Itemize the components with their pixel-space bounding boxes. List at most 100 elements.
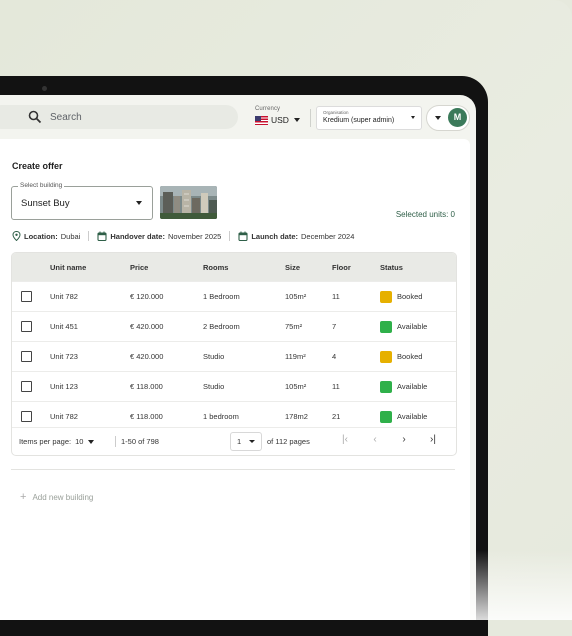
unit-size: 119m² [285, 352, 306, 361]
unit-size: 105m² [285, 292, 307, 301]
table-pagination: Items per page: 10 1-50 of 798 1 of 112 … [12, 427, 456, 455]
units-table: Unit name Price Rooms Size Floor Status … [11, 252, 457, 456]
add-new-building-button[interactable]: + Add new building [20, 491, 93, 503]
column-header-price[interactable]: Price [130, 253, 148, 281]
items-per-page-selector[interactable]: Items per page: 10 [19, 437, 95, 446]
status-text: Available [397, 322, 428, 331]
row-checkbox[interactable] [21, 381, 32, 392]
unit-name: Unit 123 [50, 382, 78, 391]
status-available-indicator [380, 380, 392, 393]
organisation-value: Kredium (super admin) [323, 117, 395, 124]
calendar-icon [97, 231, 107, 241]
unit-floor: 4 [332, 352, 337, 361]
search-input[interactable]: Search [50, 112, 82, 123]
app-screen: Search Currency USD Organisation Kredium… [0, 95, 476, 620]
status-badge: Booked [380, 282, 422, 311]
unit-price: € 120.000 [130, 292, 164, 301]
status-booked-indicator [380, 350, 392, 363]
unit-floor: 7 [332, 322, 337, 331]
add-new-building-label: Add new building [32, 492, 94, 502]
column-header-rooms[interactable]: Rooms [203, 253, 228, 281]
previous-page-icon[interactable]: ‹ [368, 434, 382, 445]
unit-price: € 118.000 [130, 382, 163, 391]
page-count: of 112 pages [267, 437, 310, 446]
unit-rooms: Studio [203, 382, 225, 391]
currency-label: Currency [255, 106, 281, 112]
avatar[interactable]: M [448, 108, 467, 127]
row-checkbox[interactable] [21, 411, 32, 422]
unit-rooms: 2 Bedroom [203, 322, 240, 331]
building-image [160, 186, 217, 219]
next-page-icon[interactable]: › [397, 434, 411, 445]
search-bar[interactable]: Search [0, 105, 238, 129]
currency-selector[interactable]: Currency USD [255, 106, 300, 125]
table-row[interactable]: Unit 451 € 420.000 2 Bedroom 75m² 7 Avai… [12, 311, 456, 341]
chevron-down-icon [249, 440, 255, 443]
unit-rooms: Studio [203, 352, 225, 361]
page-selector[interactable]: 1 [230, 432, 262, 451]
calendar-icon [238, 231, 248, 241]
pagination-range: 1-50 of 798 [121, 437, 159, 446]
chevron-down-icon [88, 439, 95, 444]
status-text: Booked [397, 292, 423, 301]
select-building-dropdown[interactable]: Select building Sunset Buy [11, 182, 153, 220]
unit-floor: 11 [332, 292, 340, 301]
row-checkbox[interactable] [21, 321, 32, 332]
currency-value: USD [271, 115, 289, 125]
row-checkbox[interactable] [21, 291, 32, 302]
column-header-size[interactable]: Size [285, 253, 300, 281]
status-booked-indicator [380, 290, 392, 303]
chevron-down-icon [435, 116, 441, 120]
table-row[interactable]: Unit 723 € 420.000 Studio 119m² 4 Booked [12, 341, 456, 371]
organisation-selector[interactable]: Organisation Kredium (super admin) [316, 106, 422, 130]
table-row[interactable]: Unit 123 € 118.000 Studio 105m² 11 Avail… [12, 371, 456, 401]
unit-price: € 420.000 [130, 352, 164, 361]
unit-floor: 11 [332, 382, 340, 391]
launch-value: December 2024 [301, 231, 355, 241]
handover-value: November 2025 [167, 231, 222, 241]
first-page-icon[interactable]: |‹ [338, 434, 352, 445]
status-badge: Available [380, 312, 427, 341]
launch-key: Launch date: [251, 231, 299, 241]
unit-size: 75m² [285, 322, 303, 331]
search-icon [28, 110, 42, 124]
building-meta: Location: Dubai Handover date: November … [12, 231, 354, 241]
select-building-value: Sunset Buy [21, 198, 70, 209]
unit-name: Unit 451 [50, 322, 78, 331]
status-text: Available [397, 412, 428, 421]
section-divider [11, 469, 455, 470]
handover-key: Handover date: [110, 231, 165, 241]
unit-price: € 420.000 [130, 322, 164, 331]
unit-size: 105m² [285, 382, 307, 391]
status-available-indicator [380, 320, 392, 333]
table-row[interactable]: Unit 782 € 120.000 1 Bedroom 105m² 11 Bo… [12, 281, 456, 311]
unit-name: Unit 782 [50, 292, 78, 301]
column-header-floor[interactable]: Floor [332, 253, 351, 281]
divider [229, 231, 231, 241]
camera-dot [42, 86, 47, 91]
chevron-down-icon [136, 201, 142, 205]
chevron-down-icon [411, 116, 415, 119]
unit-rooms: 1 Bedroom [203, 292, 240, 301]
status-available-indicator [380, 410, 392, 423]
status-text: Available [397, 382, 428, 391]
column-header-unit-name[interactable]: Unit name [50, 253, 86, 281]
divider [115, 436, 116, 447]
row-checkbox[interactable] [21, 351, 32, 362]
last-page-icon[interactable]: ›| [426, 434, 440, 445]
location-pin-icon [12, 231, 21, 241]
select-building-label: Select building [18, 182, 65, 189]
items-per-page-value: 10 [75, 437, 84, 446]
column-header-status[interactable]: Status [380, 253, 403, 281]
status-badge: Available [380, 372, 427, 401]
divider [310, 109, 311, 127]
table-header: Unit name Price Rooms Size Floor Status [12, 253, 456, 281]
location-key: Location: [24, 231, 58, 241]
items-per-page-label: Items per page: [19, 437, 72, 446]
page-number: 1 [237, 437, 242, 446]
plus-icon: + [20, 491, 27, 503]
status-badge: Booked [380, 342, 422, 371]
selected-units-count: Selected units: 0 [395, 210, 455, 219]
page-title: Create offer [12, 161, 63, 171]
divider [88, 231, 90, 241]
